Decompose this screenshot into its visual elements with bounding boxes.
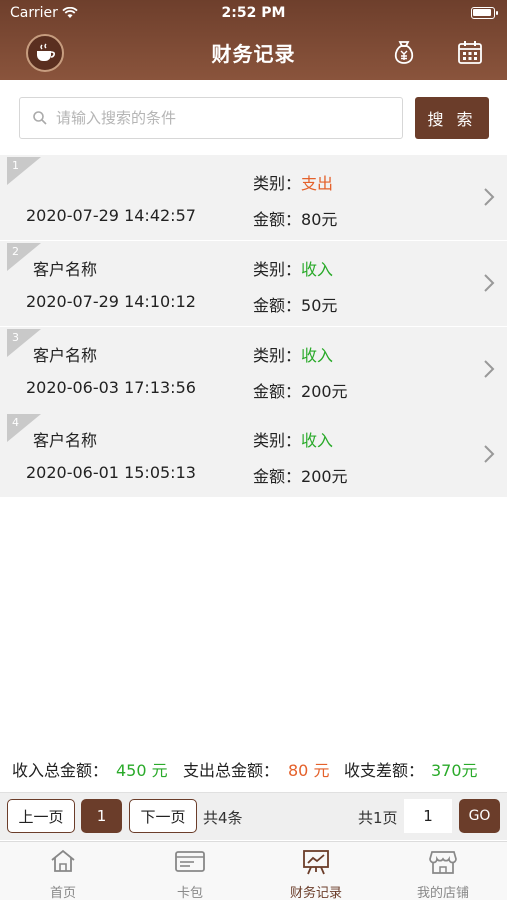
- total-pages-text: 共1页: [358, 809, 398, 827]
- app-header: Carrier 2:52 PM 财务记录: [0, 0, 507, 80]
- tab-home-label: 首页: [49, 886, 76, 900]
- tab-my-shop[interactable]: 我的店铺: [380, 842, 506, 900]
- record-row[interactable]: 3 客户名称 2020-06-03 17:13:56 类别：收入 金额：200元: [0, 327, 507, 412]
- income-total-label: 收入总金额：: [12, 761, 109, 780]
- home-icon: [51, 849, 75, 872]
- amount-value: 200元: [301, 467, 348, 486]
- record-row[interactable]: 4 客户名称 2020-06-01 15:05:13 类别：收入 金额：200元: [0, 412, 507, 497]
- money-bag-icon[interactable]: [390, 38, 418, 66]
- record-amount: 金额：200元: [253, 378, 348, 402]
- amount-label: 金额：: [253, 210, 302, 229]
- pagination-bar: 上一页 1 下一页 共4条 共1页 GO: [0, 792, 507, 840]
- record-index: 3: [12, 331, 19, 344]
- status-bar: Carrier 2:52 PM: [0, 3, 507, 25]
- calendar-icon[interactable]: [456, 38, 484, 66]
- prev-page-button[interactable]: 上一页: [7, 799, 75, 833]
- search-input[interactable]: [56, 98, 396, 138]
- record-index: 1: [12, 159, 19, 172]
- record-datetime: 2020-06-01 15:05:13: [26, 463, 196, 482]
- chevron-right-icon: [484, 188, 495, 206]
- tab-card[interactable]: 卡包: [127, 842, 253, 900]
- record-customer: 客户名称: [33, 260, 98, 279]
- card-icon: [175, 851, 205, 872]
- record-index: 2: [12, 245, 19, 258]
- battery-icon: [471, 7, 498, 19]
- record-customer: 客户名称: [33, 431, 98, 450]
- record-datetime: 2020-07-29 14:10:12: [26, 292, 196, 311]
- tab-bar: 首页 卡包 财务记录 我的店铺: [0, 841, 507, 900]
- chevron-right-icon: [484, 274, 495, 292]
- category-label: 类别：: [253, 346, 302, 365]
- record-row[interactable]: 2 客户名称 2020-07-29 14:10:12 类别：收入 金额：50元: [0, 241, 507, 326]
- status-time: 2:52 PM: [221, 5, 286, 21]
- record-index: 4: [12, 416, 19, 429]
- shop-icon: [429, 851, 457, 874]
- chevron-right-icon: [484, 360, 495, 378]
- income-total-value: 450 元: [116, 761, 168, 780]
- chevron-right-icon: [484, 445, 495, 463]
- record-row[interactable]: 1 2020-07-29 14:42:57 类别：支出 金额：80元: [0, 155, 507, 240]
- tab-finance[interactable]: 财务记录: [253, 842, 379, 900]
- category-value: 收入: [301, 346, 334, 365]
- category-label: 类别：: [253, 431, 302, 450]
- search-bar: [19, 97, 403, 139]
- record-category: 类别：收入: [253, 256, 333, 280]
- amount-label: 金额：: [253, 296, 302, 315]
- record-amount: 金额：80元: [253, 206, 337, 230]
- amount-label: 金额：: [253, 382, 302, 401]
- record-datetime: 2020-07-29 14:42:57: [26, 206, 196, 225]
- page-title: 财务记录: [211, 42, 296, 66]
- next-page-button[interactable]: 下一页: [129, 799, 197, 833]
- tab-my-shop-label: 我的店铺: [416, 886, 469, 900]
- amount-value: 80元: [301, 210, 338, 229]
- amount-value: 50元: [301, 296, 338, 315]
- record-customer: 客户名称: [33, 346, 98, 365]
- category-label: 类别：: [253, 174, 302, 193]
- go-button[interactable]: GO: [459, 799, 500, 833]
- tab-card-label: 卡包: [176, 886, 203, 900]
- category-label: 类别：: [253, 260, 302, 279]
- total-items-text: 共4条: [203, 809, 243, 827]
- record-category: 类别：收入: [253, 342, 333, 366]
- record-amount: 金额：50元: [253, 292, 337, 316]
- expense-total-value: 80 元: [288, 761, 330, 780]
- tab-home[interactable]: 首页: [0, 842, 126, 900]
- difference-label: 收支差额：: [344, 761, 425, 780]
- totals-summary: 收入总金额： 450 元 支出总金额： 80 元 收支差额： 370元: [0, 755, 507, 781]
- amount-value: 200元: [301, 382, 348, 401]
- goto-page-input[interactable]: [404, 799, 452, 833]
- record-amount: 金额：200元: [253, 463, 348, 487]
- amount-label: 金额：: [253, 467, 302, 486]
- search-icon: [33, 111, 47, 125]
- tab-finance-label: 财务记录: [289, 886, 342, 900]
- difference-value: 370元: [431, 761, 478, 780]
- record-datetime: 2020-06-03 17:13:56: [26, 378, 196, 397]
- expense-total-label: 支出总金额：: [183, 761, 280, 780]
- category-value: 收入: [301, 260, 334, 279]
- record-category: 类别：收入: [253, 427, 333, 451]
- category-value: 支出: [301, 174, 334, 193]
- category-value: 收入: [301, 431, 334, 450]
- search-button[interactable]: 搜 索: [415, 97, 489, 139]
- record-category: 类别：支出: [253, 170, 333, 194]
- current-page-indicator[interactable]: 1: [81, 799, 122, 833]
- chart-board-icon: [303, 850, 329, 875]
